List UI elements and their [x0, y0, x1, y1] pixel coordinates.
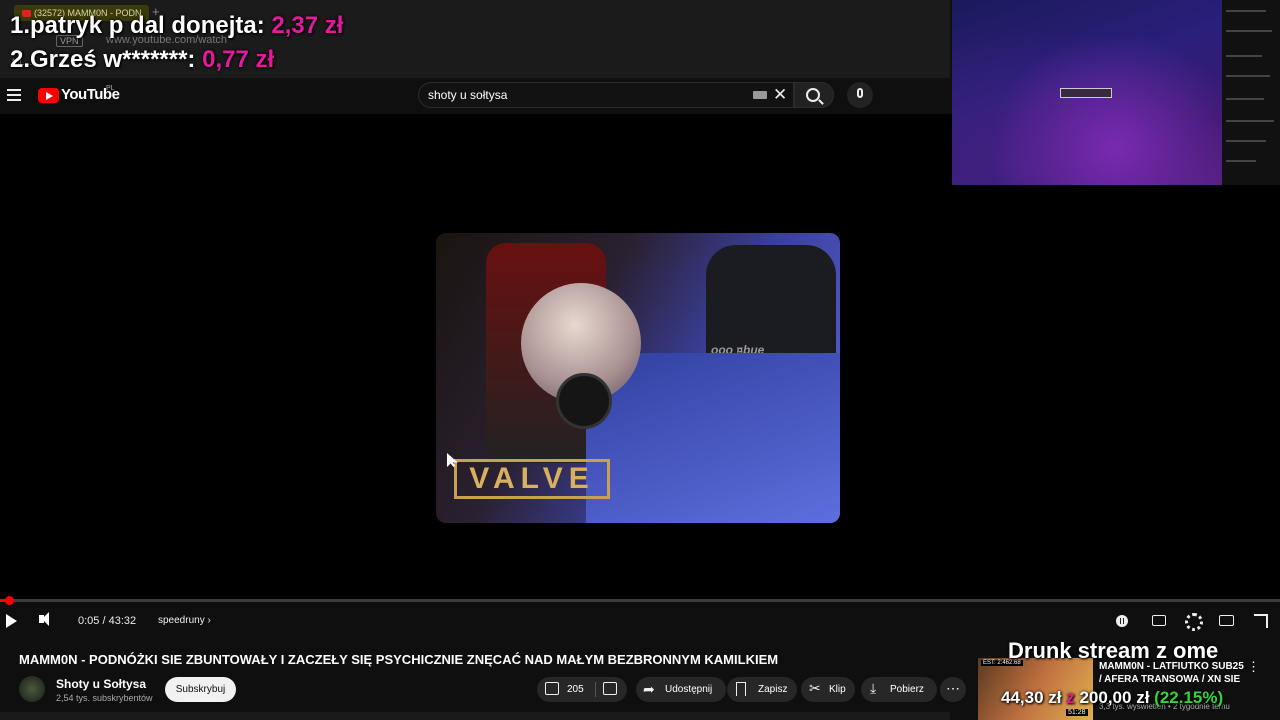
logo-country-code: PL: [106, 85, 115, 92]
stream-preview-button: [1060, 88, 1112, 98]
stream-chat-panel: [1222, 0, 1280, 185]
settings-gear-icon[interactable]: [1185, 613, 1203, 631]
donation-name: 1.patryk p dal donejta:: [10, 12, 265, 39]
like-separator: [595, 682, 596, 697]
subscriber-count: 2,54 tys. subskrybentów: [56, 693, 153, 703]
bookmark-icon[interactable]: [736, 682, 746, 696]
donation-entry-2: 2.Grześ w*******: 0,77 zł: [10, 46, 274, 74]
donation-goal-title: Drunk stream z ome: [1008, 638, 1219, 663]
keyboard-icon[interactable]: [753, 91, 767, 99]
youtube-logo-icon[interactable]: [38, 88, 59, 103]
share-label: Udostępnij: [665, 684, 713, 695]
recommendation-more-icon[interactable]: ⋮: [1247, 659, 1260, 675]
donation-amount: 2,37 zł: [271, 12, 344, 39]
page-scroll-edge: [0, 712, 950, 720]
fullscreen-icon[interactable]: [1254, 614, 1268, 628]
search-icon[interactable]: [806, 88, 820, 102]
thumbs-down-icon[interactable]: [603, 682, 617, 695]
goal-current: 44,30 zł: [1001, 688, 1062, 707]
video-frame[interactable]: ooo ¤bue VALVE: [436, 233, 840, 523]
download-icon[interactable]: ⤓: [870, 681, 876, 695]
more-actions-button[interactable]: ⋯: [940, 677, 966, 702]
thumbs-up-icon[interactable]: [545, 682, 559, 695]
share-arrow-icon[interactable]: ➦: [643, 682, 655, 696]
progress-bar[interactable]: [0, 599, 1280, 602]
donation-name: 2.Grześ w*******:: [10, 46, 196, 73]
headset: [556, 373, 612, 429]
valve-logo-text: VALVE: [469, 462, 595, 495]
donation-amount: 0,77 zł: [202, 46, 275, 73]
save-label: Zapisz: [758, 684, 788, 695]
goal-percent: (22.15%): [1154, 688, 1224, 707]
donation-goal-progress: 44,30 zł z 200,00 zł (22.15%): [1001, 688, 1223, 708]
progress-scrubber[interactable]: [5, 596, 14, 605]
autoplay-toggle-icon[interactable]: [1116, 615, 1128, 627]
goal-separator: z: [1066, 688, 1075, 707]
search-input-value[interactable]: shoty u sołtysa: [428, 88, 507, 102]
volume-icon[interactable]: [39, 612, 49, 626]
microphone-icon[interactable]: [857, 88, 863, 98]
time-display: 0:05 / 43:32: [78, 615, 137, 627]
download-label: Pobierz: [890, 684, 924, 695]
subscribe-button[interactable]: Subskrybuj: [165, 677, 236, 702]
chapter-title[interactable]: speedruny ›: [158, 615, 211, 626]
play-icon[interactable]: [6, 614, 17, 628]
like-count[interactable]: 205: [567, 684, 584, 695]
channel-avatar[interactable]: [19, 676, 45, 702]
subtitles-icon[interactable]: [1152, 615, 1166, 626]
channel-name[interactable]: Shoty u Sołtysa: [56, 677, 146, 691]
theater-mode-icon[interactable]: [1219, 615, 1234, 626]
clear-search-icon[interactable]: ✕: [773, 85, 787, 105]
donation-entry-1: 1.patryk p dal donejta: 2,37 zł: [10, 12, 343, 40]
clip-label: Klip: [829, 684, 846, 695]
goal-target: 200,00 zł: [1079, 688, 1150, 707]
recommendation-duration: 51:28: [1066, 709, 1088, 716]
hamburger-menu-icon[interactable]: [7, 89, 21, 101]
video-title: MAMM0N - PODNÓŻKI SIE ZBUNTOWAŁY I ZACZE…: [19, 652, 779, 667]
scissors-icon[interactable]: ✂: [809, 681, 821, 695]
